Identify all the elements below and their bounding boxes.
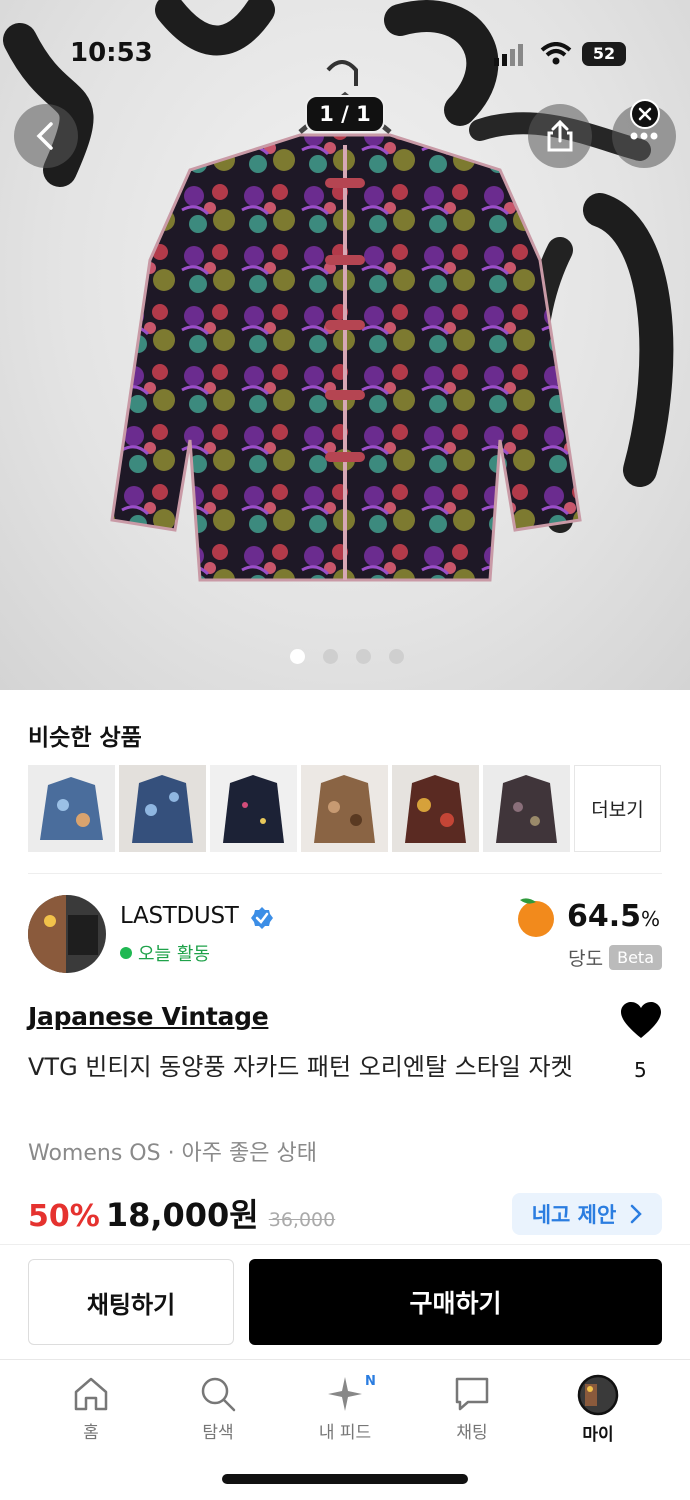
similar-item-6[interactable]	[483, 765, 570, 852]
page-dot	[356, 649, 371, 664]
tab-chat[interactable]: 채팅	[422, 1374, 522, 1443]
tab-label: 채팅	[456, 1423, 488, 1443]
similar-more-button[interactable]: 더보기	[574, 765, 661, 852]
page-dot-active	[290, 649, 305, 664]
wifi-icon	[540, 42, 572, 65]
avatar-icon	[577, 1374, 619, 1416]
activity-label: 오늘 활동	[138, 944, 210, 965]
chevron-right-icon	[631, 1204, 643, 1224]
page-dot	[323, 649, 338, 664]
tab-label: 탐색	[202, 1423, 234, 1443]
product-title: VTG 빈티지 동양풍 자카드 패턴 오리엔탈 스타일 자켓	[28, 1053, 573, 1081]
verified-badge-icon	[251, 907, 273, 929]
tab-home[interactable]: 홈	[41, 1374, 141, 1443]
gallery-page-indicator	[290, 649, 404, 664]
bottom-tab-bar: 홈 탐색 N 내 피드 채팅 마이	[0, 1359, 690, 1500]
offer-button[interactable]: 네고 제안	[512, 1193, 662, 1235]
brand-link[interactable]: Japanese Vintage	[28, 1002, 269, 1031]
like-heart-icon[interactable]	[620, 1002, 662, 1040]
similar-item-2[interactable]	[119, 765, 206, 852]
sweetness-label-row: 당도 Beta	[568, 944, 662, 971]
sale-price: 18,000원	[105, 1196, 259, 1234]
status-time: 10:53	[70, 38, 153, 68]
seller-avatar[interactable]	[28, 895, 106, 973]
share-icon	[547, 119, 573, 152]
offer-label: 네고 제안	[531, 1203, 617, 1227]
score-label: 당도	[568, 948, 604, 970]
seller-activity: 오늘 활동	[120, 940, 210, 966]
chat-button[interactable]: 채팅하기	[28, 1259, 234, 1345]
seller-score[interactable]: 64.5%	[513, 894, 660, 938]
original-price: 36,000	[268, 1209, 336, 1231]
like-count: 5	[634, 1058, 647, 1082]
divider	[28, 873, 662, 874]
similar-products-title: 비슷한 상품	[28, 725, 142, 751]
seller-name[interactable]: LASTDUST	[120, 903, 239, 929]
page-dot	[389, 649, 404, 664]
home-indicator	[222, 1474, 468, 1484]
orange-fruit-icon	[517, 898, 554, 937]
battery-indicator: 52	[582, 42, 626, 66]
similar-item-5[interactable]	[392, 765, 479, 852]
cellular-signal-icon	[494, 44, 523, 66]
purchase-action-bar: 채팅하기 구매하기	[0, 1244, 690, 1359]
similar-item-1[interactable]	[28, 765, 115, 852]
discount-rate: 50%	[28, 1199, 100, 1234]
status-bar: 10:53 52	[0, 36, 690, 76]
chevron-left-icon	[36, 122, 53, 150]
active-status-dot	[120, 947, 132, 959]
tab-my[interactable]: 마이	[548, 1374, 648, 1445]
more-dots-icon	[630, 132, 658, 140]
share-button[interactable]	[528, 104, 592, 168]
tab-label: 내 피드	[318, 1423, 372, 1443]
back-button[interactable]	[14, 104, 78, 168]
score-unit: %	[640, 906, 660, 931]
product-image-gallery[interactable]: 10:53 52 1 / 1	[0, 0, 690, 690]
similar-products-list: 더보기	[28, 765, 661, 852]
product-size-condition: Womens OS · 아주 좋은 상태	[28, 1141, 317, 1166]
tab-feed[interactable]: N 내 피드	[295, 1374, 395, 1443]
close-icon	[638, 107, 652, 121]
tab-label: 홈	[83, 1423, 99, 1443]
similar-item-4[interactable]	[301, 765, 388, 852]
search-icon	[201, 1377, 236, 1412]
beta-badge: Beta	[609, 945, 662, 970]
chat-bubble-icon	[455, 1377, 489, 1411]
home-icon	[74, 1377, 108, 1411]
new-badge: N	[365, 1374, 376, 1389]
tab-search[interactable]: 탐색	[168, 1374, 268, 1443]
similar-item-3[interactable]	[210, 765, 297, 852]
price-row: 50% 18,000원 36,000	[28, 1190, 335, 1236]
tab-label: 마이	[582, 1425, 614, 1445]
image-counter: 1 / 1	[305, 95, 385, 133]
close-overlay-button[interactable]	[630, 99, 660, 129]
buy-button[interactable]: 구매하기	[249, 1259, 662, 1345]
score-value: 64.5	[566, 898, 641, 934]
sparkle-icon	[328, 1377, 362, 1411]
